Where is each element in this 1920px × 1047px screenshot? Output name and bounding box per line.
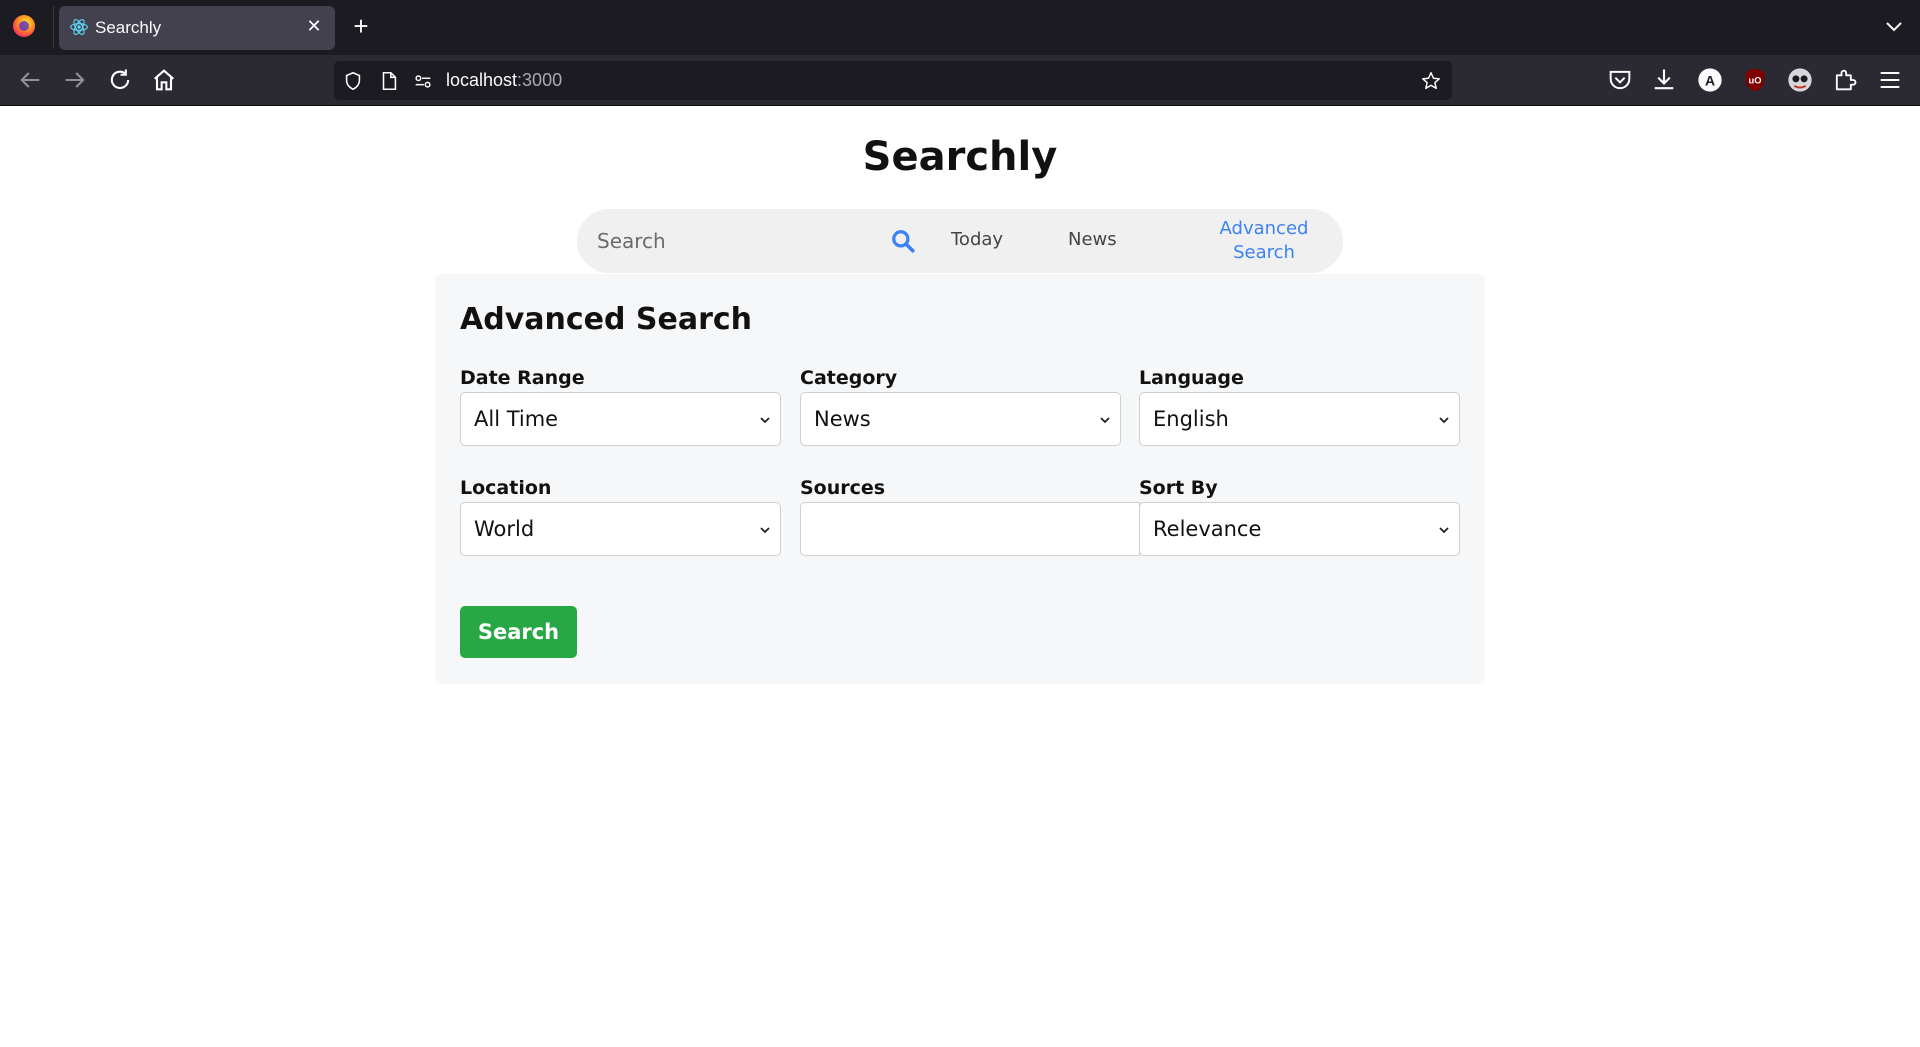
advanced-search-panel: Advanced Search Date Range All Time Cate… — [435, 274, 1485, 684]
page-content: Searchly Today News Advanced Search Advan… — [0, 106, 1920, 1047]
search-bar: Today News Advanced Search — [577, 209, 1343, 273]
url-text[interactable]: localhost:3000 — [446, 70, 562, 91]
search-submit-button[interactable]: Search — [460, 606, 577, 658]
new-tab-icon[interactable]: + — [348, 13, 374, 39]
advanced-search-heading: Advanced Search — [460, 302, 753, 337]
location-value: World — [474, 517, 535, 541]
url-host: localhost — [446, 70, 518, 90]
home-icon[interactable] — [150, 66, 178, 94]
nav-link-advanced-search[interactable]: Advanced Search — [1204, 217, 1324, 265]
chevron-down-icon — [760, 527, 770, 534]
extension-mask-icon[interactable] — [1786, 66, 1814, 94]
date-range-value: All Time — [474, 407, 559, 431]
back-arrow-icon[interactable] — [16, 66, 44, 94]
react-favicon-icon — [70, 19, 88, 35]
firefox-menu-icon[interactable] — [13, 15, 35, 37]
reload-icon[interactable] — [106, 66, 134, 94]
url-port: :3000 — [517, 70, 563, 90]
site-title: Searchly — [862, 134, 1058, 180]
tab-close-icon[interactable]: ✕ — [303, 16, 325, 38]
language-label: Language — [1139, 367, 1244, 389]
sources-input[interactable] — [800, 502, 1140, 556]
date-range-label: Date Range — [460, 367, 585, 389]
extensions-puzzle-icon[interactable] — [1831, 66, 1859, 94]
category-value: News — [814, 407, 871, 431]
account-avatar-icon[interactable]: A — [1696, 66, 1724, 94]
nav-link-advanced-line1: Advanced — [1219, 218, 1309, 239]
location-select[interactable]: World — [460, 502, 781, 556]
tab-divider — [53, 6, 54, 48]
page-icon[interactable] — [378, 70, 400, 92]
chevron-down-icon — [1439, 527, 1449, 534]
search-input[interactable] — [587, 219, 877, 263]
sort-by-label: Sort By — [1139, 477, 1218, 499]
search-icon[interactable] — [890, 228, 916, 254]
pocket-icon[interactable] — [1606, 66, 1634, 94]
browser-tab-bar: Searchly ✕ + — [0, 0, 1920, 55]
browser-tab[interactable]: Searchly ✕ — [59, 6, 335, 50]
shield-icon[interactable] — [342, 70, 364, 92]
nav-link-advanced-line2: Search — [1233, 242, 1295, 263]
category-label: Category — [800, 367, 898, 389]
language-select[interactable]: English — [1139, 392, 1460, 446]
svg-text:A: A — [1705, 72, 1715, 88]
nav-link-today[interactable]: Today — [951, 229, 1003, 250]
url-bar[interactable]: localhost:3000 — [334, 61, 1452, 100]
ublock-origin-icon[interactable]: uO — [1741, 66, 1769, 94]
sort-by-value: Relevance — [1153, 517, 1262, 541]
location-label: Location — [460, 477, 552, 499]
chevron-down-icon — [1100, 417, 1110, 424]
hamburger-menu-icon[interactable] — [1876, 66, 1904, 94]
tab-list-chevron-icon[interactable] — [1882, 14, 1906, 38]
date-range-select[interactable]: All Time — [460, 392, 781, 446]
tab-title: Searchly — [95, 18, 162, 37]
nav-link-news[interactable]: News — [1068, 229, 1117, 250]
sort-by-select[interactable]: Relevance — [1139, 502, 1460, 556]
downloads-icon[interactable] — [1650, 66, 1678, 94]
chevron-down-icon — [760, 417, 770, 424]
chevron-down-icon — [1439, 417, 1449, 424]
forward-arrow-icon[interactable] — [61, 66, 89, 94]
svg-text:uO: uO — [1749, 76, 1762, 86]
language-value: English — [1153, 407, 1229, 431]
category-select[interactable]: News — [800, 392, 1121, 446]
browser-toolbar: localhost:3000 A uO — [0, 55, 1920, 106]
permissions-icon[interactable] — [412, 70, 434, 92]
bookmark-star-icon[interactable] — [1420, 70, 1442, 92]
sources-label: Sources — [800, 477, 886, 499]
